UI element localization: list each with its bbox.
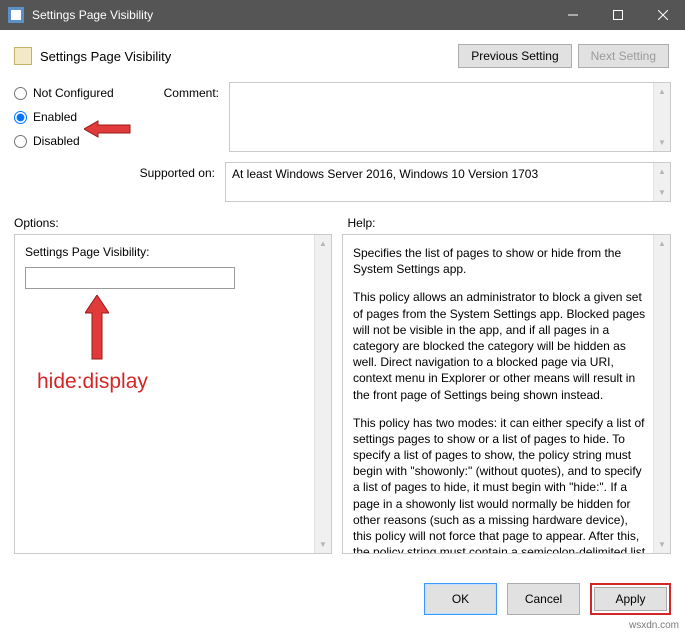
radio-not-configured-label: Not Configured xyxy=(33,86,114,100)
policy-icon xyxy=(14,47,32,65)
help-paragraph: This policy has two modes: it can either… xyxy=(353,415,648,554)
options-panel: Settings Page Visibility: hide:display ▲… xyxy=(14,234,332,554)
supported-on-textbox: At least Windows Server 2016, Windows 10… xyxy=(225,162,671,202)
scroll-up-icon[interactable]: ▲ xyxy=(654,163,670,180)
scroll-up-icon[interactable]: ▲ xyxy=(315,235,331,252)
visibility-input[interactable] xyxy=(25,267,235,289)
annotation-arrow-left xyxy=(84,119,132,139)
scroll-up-icon[interactable]: ▲ xyxy=(654,235,670,252)
policy-title: Settings Page Visibility xyxy=(40,49,171,64)
scroll-down-icon[interactable]: ▼ xyxy=(315,536,331,553)
options-label: Options: xyxy=(14,216,338,230)
annotation-arrow-up xyxy=(85,295,109,364)
radio-enabled-input[interactable] xyxy=(14,111,27,124)
cancel-button[interactable]: Cancel xyxy=(507,583,580,615)
radio-not-configured[interactable]: Not Configured xyxy=(14,86,139,100)
scroll-down-icon[interactable]: ▼ xyxy=(654,184,670,201)
help-panel: Specifies the list of pages to show or h… xyxy=(342,234,671,554)
comment-textarea[interactable]: ▲ ▼ xyxy=(229,82,671,152)
previous-setting-button[interactable]: Previous Setting xyxy=(458,44,571,68)
annotation-apply-highlight: Apply xyxy=(590,583,671,615)
next-setting-button[interactable]: Next Setting xyxy=(578,44,669,68)
radio-disabled-label: Disabled xyxy=(33,134,80,148)
radio-enabled-label: Enabled xyxy=(33,110,77,124)
supported-on-text: At least Windows Server 2016, Windows 10… xyxy=(232,167,538,181)
window-icon xyxy=(8,7,24,23)
help-paragraph: Specifies the list of pages to show or h… xyxy=(353,245,648,277)
close-button[interactable] xyxy=(640,0,685,30)
scroll-down-icon[interactable]: ▼ xyxy=(654,536,670,553)
annotation-hint-text: hide:display xyxy=(37,370,148,394)
scroll-up-icon[interactable]: ▲ xyxy=(654,83,670,100)
maximize-button[interactable] xyxy=(595,0,640,30)
scrollbar[interactable]: ▲ ▼ xyxy=(653,235,670,553)
scrollbar[interactable]: ▲ ▼ xyxy=(653,163,670,201)
supported-on-label: Supported on: xyxy=(14,162,221,202)
ok-button[interactable]: OK xyxy=(424,583,497,615)
scroll-down-icon[interactable]: ▼ xyxy=(654,134,670,151)
radio-not-configured-input[interactable] xyxy=(14,87,27,100)
policy-header: Settings Page Visibility Previous Settin… xyxy=(0,30,685,74)
apply-button[interactable]: Apply xyxy=(594,587,667,611)
watermark: wsxdn.com xyxy=(629,620,679,631)
radio-disabled-input[interactable] xyxy=(14,135,27,148)
scrollbar[interactable]: ▲ ▼ xyxy=(314,235,331,553)
titlebar: Settings Page Visibility xyxy=(0,0,685,30)
help-paragraph: This policy allows an administrator to b… xyxy=(353,289,648,402)
visibility-field-label: Settings Page Visibility: xyxy=(25,245,309,259)
window-title: Settings Page Visibility xyxy=(32,8,550,22)
scrollbar[interactable]: ▲ ▼ xyxy=(653,83,670,151)
help-label: Help: xyxy=(348,216,672,230)
comment-label: Comment: xyxy=(143,82,225,152)
minimize-button[interactable] xyxy=(550,0,595,30)
